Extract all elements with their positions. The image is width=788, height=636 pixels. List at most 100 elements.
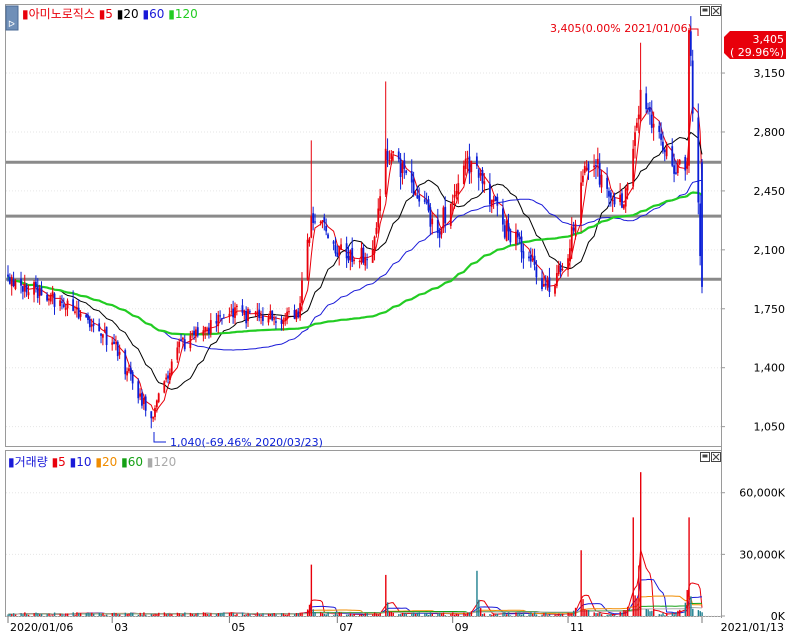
- candle-up: [254, 312, 257, 314]
- candle-up: [51, 291, 54, 296]
- candle-up: [273, 318, 275, 320]
- last-price-change: ( 29.96%): [730, 46, 784, 59]
- candle-up: [321, 220, 324, 222]
- volume-bar: [197, 612, 199, 616]
- volume-bar: [85, 613, 87, 616]
- price-panel-close-button[interactable]: [711, 6, 721, 16]
- candle-down: [336, 252, 339, 257]
- candle-down: [410, 171, 413, 183]
- candle-down: [351, 247, 354, 263]
- candle-up: [217, 314, 220, 327]
- candle-up: [568, 248, 571, 262]
- date-tick-label: 05: [231, 621, 245, 634]
- volume-bar: [288, 612, 290, 616]
- volume-bar: [554, 614, 556, 616]
- candle-down: [40, 287, 43, 296]
- volume-bar: [208, 614, 210, 616]
- candle-down: [598, 162, 601, 185]
- volume-bar: [195, 613, 197, 616]
- candle-up: [310, 216, 313, 238]
- candle-up: [449, 203, 452, 226]
- volume-bar: [204, 613, 207, 616]
- volume-bar: [465, 614, 467, 616]
- volume-bar: [567, 612, 569, 616]
- volume-bar: [608, 614, 610, 616]
- volume-bar: [230, 612, 233, 616]
- date-tick-label: 09: [455, 621, 469, 634]
- min-annotation-leader: [153, 432, 166, 443]
- legend-volume-name: 거래량: [15, 455, 48, 469]
- candle-down: [606, 177, 609, 189]
- candle-up: [295, 309, 298, 320]
- volume-bar: [392, 612, 394, 616]
- volume-bar: [375, 613, 378, 616]
- candle-down: [25, 285, 28, 293]
- candle-up: [267, 317, 270, 323]
- volume-bar: [293, 614, 296, 616]
- volume-bar: [308, 604, 311, 616]
- volume-bar: [184, 612, 186, 616]
- volume-bar: [509, 615, 512, 616]
- volume-panel-close-button[interactable]: [711, 452, 721, 462]
- candle-down: [62, 304, 65, 308]
- volume-bar: [385, 574, 387, 616]
- candle-up: [49, 294, 52, 302]
- volume-bar: [167, 613, 169, 616]
- volume-bar: [351, 615, 354, 616]
- volume-bar: [169, 613, 171, 616]
- candle-up: [462, 165, 465, 185]
- volume-bar: [390, 611, 393, 616]
- volume-bar: [256, 612, 259, 616]
- volume-bar: [677, 610, 679, 616]
- volume-bar: [260, 614, 262, 616]
- volume-bar: [323, 613, 326, 616]
- candle-down: [12, 279, 15, 286]
- volume-bar: [684, 602, 687, 616]
- volume-bar: [180, 614, 182, 616]
- candle-down: [520, 236, 523, 253]
- candle-up: [90, 324, 93, 327]
- candle-down: [193, 330, 195, 336]
- candle-up: [155, 400, 158, 408]
- candle-down: [88, 319, 91, 328]
- volume-bar: [24, 612, 26, 616]
- candle-down: [46, 294, 48, 301]
- volume-bar: [154, 613, 156, 616]
- candle-down: [196, 327, 199, 336]
- candle-down: [72, 299, 75, 311]
- volume-bar: [632, 517, 634, 616]
- volume-tick-label: 60,000K: [739, 487, 785, 500]
- volume-bar: [517, 612, 519, 616]
- volume-bar: [284, 614, 287, 616]
- candle-up: [282, 320, 285, 325]
- date-tick-label: 2021/01/13: [721, 621, 784, 634]
- price-panel-maximize-button[interactable]: [700, 6, 710, 16]
- volume-bar: [65, 613, 67, 616]
- candle-down: [113, 341, 115, 345]
- candle-down: [399, 158, 402, 177]
- candle-down: [481, 169, 484, 184]
- volume-bar: [349, 613, 352, 616]
- candle-down: [522, 251, 525, 259]
- volume-bar: [360, 614, 363, 616]
- volume-panel-maximize-button[interactable]: [700, 452, 710, 462]
- candle-up: [580, 182, 582, 224]
- candle-down: [150, 411, 153, 419]
- candle-down: [167, 375, 169, 379]
- panel-toggle-icon[interactable]: ᐅ: [8, 20, 15, 30]
- volume-bar: [130, 612, 132, 616]
- candle-down: [412, 179, 415, 195]
- candle-up: [168, 372, 171, 381]
- candle-down: [488, 183, 491, 205]
- candle-down: [671, 146, 674, 166]
- candle-up: [152, 416, 155, 419]
- volume-bar: [431, 613, 434, 616]
- stock-chart: 3,150 2,800 2,450 2,100 1,750 1,400 1,050 60,0…: [5, 4, 786, 634]
- volume-bar: [59, 613, 61, 616]
- volume-bar: [193, 614, 195, 616]
- volume-bar: [234, 614, 236, 616]
- candle-up: [639, 89, 642, 120]
- volume-bar: [362, 614, 365, 616]
- volume-bar: [626, 606, 629, 616]
- candle-down: [468, 156, 471, 174]
